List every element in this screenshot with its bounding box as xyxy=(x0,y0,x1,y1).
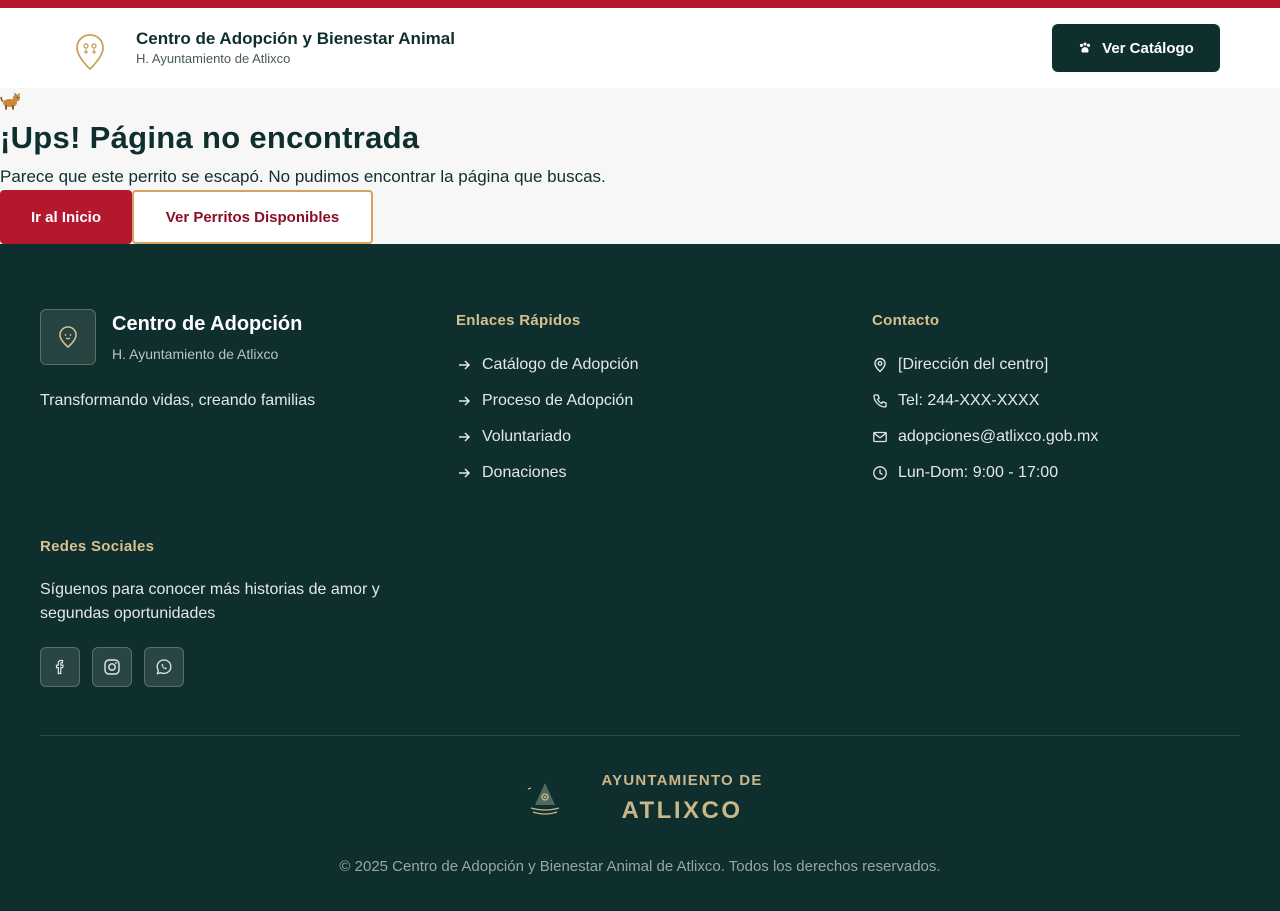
footer-logo xyxy=(40,309,96,365)
contact-hours: Lun-Dom: 9:00 - 17:00 xyxy=(872,464,1058,482)
top-accent-bar xyxy=(0,0,1280,8)
footer-brand-subtitle: H. Ayuntamiento de Atlixco xyxy=(112,346,279,362)
whatsapp-button[interactable] xyxy=(144,647,184,687)
link-label: Voluntariado xyxy=(482,428,571,445)
page-title: ¡Ups! Página no encontrada xyxy=(0,120,420,155)
home-button[interactable]: Ir al Inicio xyxy=(0,190,132,244)
instagram-button[interactable] xyxy=(92,647,132,687)
site-footer: Centro de Adopción H. Ayuntamiento de At… xyxy=(0,244,1280,911)
footer-divider xyxy=(40,735,1240,736)
available-dogs-button[interactable]: Ver Perritos Disponibles xyxy=(132,190,373,244)
contact-label: Tel: 244-XXX-XXXX xyxy=(898,392,1040,409)
ayuntamiento-emblem-icon xyxy=(527,783,560,815)
quick-links-heading: Enlaces Rápidos xyxy=(456,312,581,329)
dog-emoji xyxy=(0,92,21,110)
link-adoption-catalog[interactable]: Catálogo de Adopción xyxy=(456,356,639,374)
contact-label: adopciones@atlixco.gob.mx xyxy=(898,428,1099,445)
catalog-button-label: Ver Catálogo xyxy=(1102,39,1194,57)
contact-label: [Dirección del centro] xyxy=(898,356,1049,373)
site-subtitle: H. Ayuntamiento de Atlixco xyxy=(136,51,291,66)
site-title: Centro de Adopción y Bienestar Animal xyxy=(136,29,455,48)
arrow-right-icon xyxy=(459,468,471,478)
arrow-right-icon xyxy=(459,432,471,442)
whatsapp-icon xyxy=(156,659,172,675)
link-adoption-process[interactable]: Proceso de Adopción xyxy=(456,392,633,410)
contact-phone: Tel: 244-XXX-XXXX xyxy=(872,392,1039,410)
social-text: Síguenos para conocer más historias de a… xyxy=(40,581,380,622)
phone-icon xyxy=(873,394,887,408)
social-heading: Redes Sociales xyxy=(40,538,155,555)
link-volunteering[interactable]: Voluntariado xyxy=(456,428,571,446)
heart-pin-icon xyxy=(59,326,77,349)
site-header: Centro de Adopción y Bienestar Animal H.… xyxy=(0,8,1280,88)
link-label: Catálogo de Adopción xyxy=(482,356,639,373)
location-pin-icon[interactable] xyxy=(72,32,108,72)
link-label: Donaciones xyxy=(482,464,567,481)
not-found-section: ¡Ups! Página no encontrada Parece que es… xyxy=(0,88,1280,244)
arrow-right-icon xyxy=(459,360,471,370)
arrow-right-icon xyxy=(459,396,471,406)
error-message: Parece que este perrito se escapó. No pu… xyxy=(0,167,606,186)
facebook-icon xyxy=(55,659,64,675)
contact-label: Lun-Dom: 9:00 - 17:00 xyxy=(898,464,1059,481)
contact-email[interactable]: adopciones@atlixco.gob.mx xyxy=(872,428,1098,446)
paw-icon xyxy=(1080,42,1091,53)
mail-icon xyxy=(873,431,887,443)
map-pin-icon xyxy=(874,357,886,373)
contact-heading: Contacto xyxy=(872,312,940,329)
footer-tagline: Transformando vidas, creando familias xyxy=(40,392,316,409)
footer-brand-title: Centro de Adopción xyxy=(112,313,303,335)
copyright: © 2025 Centro de Adopción y Bienestar An… xyxy=(339,858,941,875)
link-donations[interactable]: Donaciones xyxy=(456,464,567,482)
facebook-button[interactable] xyxy=(40,647,80,687)
clock-icon xyxy=(873,466,887,480)
instagram-icon xyxy=(104,659,120,675)
contact-address: [Dirección del centro] xyxy=(872,356,1048,374)
ayuntamiento-label: AYUNTAMIENTO DE xyxy=(601,772,763,789)
catalog-button[interactable]: Ver Catálogo xyxy=(1052,24,1220,72)
ayuntamiento-name: ATLIXCO xyxy=(621,797,743,824)
link-label: Proceso de Adopción xyxy=(482,392,634,409)
